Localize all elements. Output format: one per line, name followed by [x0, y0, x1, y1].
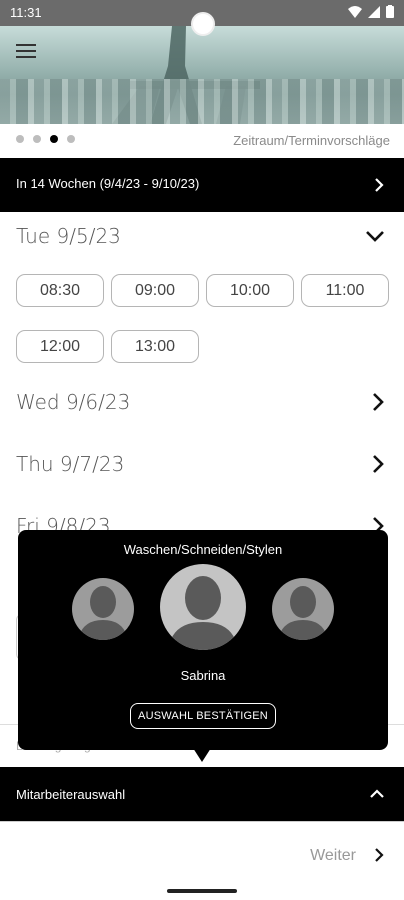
popup-pointer [193, 748, 211, 762]
signal-icon [368, 5, 380, 18]
day-row-tue[interactable]: Tue 9/5/23 [16, 224, 388, 254]
avatar-selected[interactable] [160, 564, 246, 650]
time-slot[interactable]: 08:30 [16, 274, 104, 307]
page-dot[interactable] [33, 135, 41, 143]
staff-picker-popup: Waschen/Schneiden/Stylen Sabrina AUSWAHL… [18, 530, 388, 750]
person-icon [168, 576, 238, 650]
page-indicator [16, 135, 75, 143]
wifi-icon [348, 5, 362, 18]
staff-selection-label: Mitarbeiterauswahl [16, 787, 126, 802]
person-icon [278, 586, 328, 640]
gesture-nav-handle[interactable] [167, 889, 237, 893]
next-button-label: Weiter [310, 847, 356, 864]
avatar-previous[interactable] [72, 578, 134, 640]
time-slot[interactable]: 10:00 [206, 274, 294, 307]
time-slot[interactable]: 12:00 [16, 330, 104, 363]
day-row-wed[interactable]: Wed 9/6/23 [16, 390, 388, 420]
day-label: Thu 9/7/23 [16, 452, 125, 476]
hamburger-menu-icon[interactable] [16, 44, 36, 58]
page-dot-active[interactable] [50, 135, 58, 143]
page-dot[interactable] [16, 135, 24, 143]
day-label: Wed 9/6/23 [16, 390, 131, 414]
day-label: Tue 9/5/23 [16, 224, 121, 248]
popup-title: Waschen/Schneiden/Stylen [123, 542, 283, 557]
status-icons [348, 5, 394, 18]
section-caption: Zeitraum/Terminvorschläge [233, 133, 390, 148]
page-dot[interactable] [67, 135, 75, 143]
day-row-thu[interactable]: Thu 9/7/23 [16, 452, 388, 482]
date-range-label: In 14 Wochen (9/4/23 - 9/10/23) [16, 176, 200, 191]
chevron-right-icon [375, 178, 384, 192]
time-slot[interactable]: 11:00 [301, 274, 389, 307]
staff-selection-bar[interactable]: Mitarbeiterauswahl [0, 767, 404, 821]
selected-staff-name: Sabrina [180, 668, 226, 683]
camera-cutout [191, 12, 215, 36]
time-slot[interactable]: 13:00 [111, 330, 199, 363]
confirm-selection-button[interactable]: AUSWAHL BESTÄTIGEN [130, 703, 276, 729]
chevron-right-icon [373, 455, 384, 473]
chevron-right-icon [373, 393, 384, 411]
battery-icon [386, 5, 394, 18]
chevron-up-icon [370, 789, 384, 798]
date-range-bar[interactable]: In 14 Wochen (9/4/23 - 9/10/23) [0, 158, 404, 212]
next-row[interactable]: Weiter [0, 821, 404, 887]
chevron-right-icon [375, 848, 384, 862]
status-time: 11:31 [10, 5, 42, 20]
hero-image [0, 26, 404, 124]
chevron-down-icon [366, 231, 384, 242]
person-icon [78, 586, 128, 640]
time-slot[interactable]: 09:00 [111, 274, 199, 307]
avatar-next[interactable] [272, 578, 334, 640]
city-skyline [0, 79, 404, 124]
